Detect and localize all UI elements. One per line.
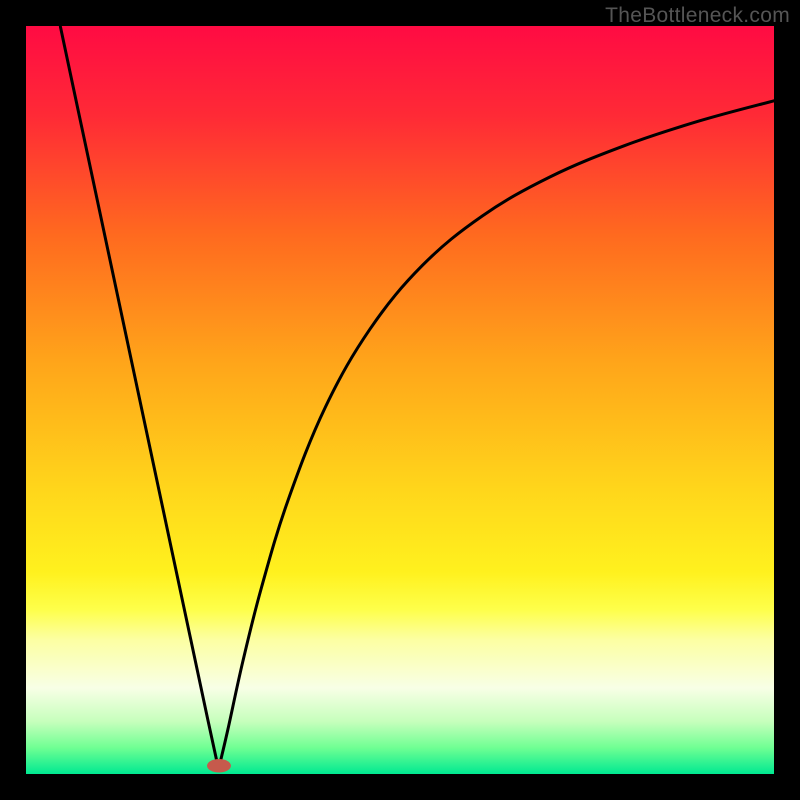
gradient-background (26, 26, 774, 774)
plot-svg (26, 26, 774, 774)
watermark-text: TheBottleneck.com (605, 4, 790, 28)
minimum-marker (207, 759, 231, 772)
plot-area (26, 26, 774, 774)
chart-frame: TheBottleneck.com (0, 0, 800, 800)
